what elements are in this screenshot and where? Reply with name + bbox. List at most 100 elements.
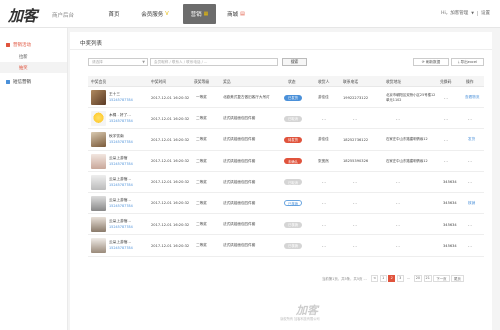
redeem-code: 345634 [443,243,457,248]
refresh-button[interactable]: ⟳ 刷新数据 [413,58,449,66]
win-time: 2017-12-01 16:20:32 [151,243,190,248]
member-name[interactable]: 云朵上游宿... [109,177,131,182]
top-nav-bar: 加客 商户后台 首页 会员服务 V 营销 ▦ 商城 ▤ Hi，加客管理 ▼ 设置 [0,0,500,28]
table-row: 云朵上游宿... 15245787784 2017-12-01 16:20:32… [88,235,484,257]
chevron-down-icon: ▼ [471,11,474,15]
table-row: 云朵上游宿 15245787784 2017-12-01 16:20:32 二等… [88,151,484,172]
sidebar-item-label: 抽奖 [19,65,28,71]
prize-name: 北欧美式复古做旧客厅大吊灯 [223,95,270,99]
nav-item-member-service[interactable]: 会员服务 V [133,0,177,28]
sidebar-section-sms-marketing[interactable]: 短信营销 [0,75,67,88]
column-header: 中奖时间 [151,79,167,84]
export-excel-button[interactable]: ⤓ 导出excel [451,58,484,66]
search-button[interactable]: 搜索 [282,58,307,66]
page-button[interactable]: 1 [379,274,387,282]
nav-item-home[interactable]: 首页 [100,0,128,28]
main-content: 中奖列表 请选择 ▼ 会员昵称 / 联系人 / 联系电话 / ... 搜索 ⟳ … [70,32,492,330]
divider [477,10,478,16]
win-time: 2017-12-01 16:20:32 [151,180,190,185]
next-page-button[interactable]: 下一页 [433,274,450,282]
win-time: 2017-12-01 16:20:32 [151,201,190,206]
member-name[interactable]: 云朵上游宿... [109,240,131,245]
avatar [91,217,106,233]
table-row: 王十三 15245787784 2017-12-01 16:20:32 一等奖 … [88,87,484,109]
status-badge: 已取消 [284,115,302,122]
prize-level: 二等奖 [196,137,207,142]
search-type-select[interactable]: 请选择 ▼ [88,58,148,66]
account-name: Hi，加客管理 [441,11,469,16]
sidebar-section-label: 营销活动 [13,42,31,48]
sidebar-item-lead[interactable]: 拉新 [0,51,67,62]
member-phone: 15245787784 [109,98,133,102]
sidebar-item-lottery[interactable]: 抽奖 [0,62,67,73]
settings-link[interactable]: 设置 [481,10,490,16]
avatar [91,153,106,169]
receiver-name: - - [322,180,326,185]
prev-page-button[interactable]: < [371,274,379,282]
prize-name: 法式烘焙面包四件套 [223,137,256,142]
avatar [91,174,106,190]
prize-level: 二等奖 [196,200,207,205]
avatar [91,90,106,105]
prize-name: 法式烘焙面包四件套 [223,200,256,205]
avatar [91,238,106,254]
page-button[interactable]: 21 [423,274,432,282]
table-row: 木棉 . 好了... 15245787784 2017-12-01 16:20:… [88,108,484,130]
member-phone: 15245787784 [109,225,133,230]
member-phone: 15245787784 [109,246,133,251]
delivery-address: - - [396,180,400,185]
member-name[interactable]: 木棉 . 好了... [109,113,131,118]
sms-icon [6,79,10,84]
page-button[interactable]: 3 [396,274,404,282]
receiver-name: 游佳佳 [318,95,329,99]
search-input[interactable]: 会员昵称 / 联系人 / 联系电话 / ... [150,58,278,66]
sidebar-section-marketing-activities[interactable]: 营销活动 [0,38,67,51]
page-button[interactable]: 20 [413,274,423,282]
export-label: 导出excel [460,59,478,64]
redeem-code: 345634 [443,222,457,227]
member-phone: 15245787784 [109,182,133,187]
redeem-code: - - [444,159,448,164]
prize-level: 二等奖 [196,179,207,184]
prize-level: 一等奖 [196,95,207,99]
download-icon: ⤓ [457,60,460,64]
receiver-name: 游佳佳 [318,137,329,142]
receiver-name: - - [322,243,326,248]
chevron-down-icon: ▼ [142,60,145,64]
nav-label: 商城 [227,12,239,18]
row-action: - - [468,159,472,164]
win-time: 2017-12-01 16:20:32 [151,116,190,121]
receiver-name: - - [322,201,326,206]
nav-item-marketing[interactable]: 营销 ▦ [183,4,216,24]
user-menu[interactable]: Hi，加客管理 ▼ 设置 [441,10,490,16]
sidebar-section-label: 短信营销 [13,79,31,85]
ship-button[interactable]: 发货 [468,129,475,150]
column-header: 操作 [466,79,474,84]
last-page-button[interactable]: 尾页 [451,274,464,282]
prize-name: 法式烘焙面包四件套 [223,179,256,184]
marketing-icon [6,42,10,47]
member-phone: 15245787784 [109,119,133,124]
prize-name: 法式烘焙面包四件套 [223,243,256,248]
receiver-phone: 18252736122 [343,137,369,142]
verify-button[interactable]: 核销 [468,193,475,214]
refresh-label: 刷新数据 [425,59,441,64]
member-name[interactable]: 云朵上游宿... [109,219,131,224]
divider [70,49,492,50]
nav-item-mall[interactable]: 商城 ▤ [221,0,251,28]
current-page-button[interactable]: 2 [388,274,396,282]
status-badge: 已发货 [284,94,302,101]
member-name[interactable]: 秋字饮南 [109,134,124,139]
brand-logo[interactable]: 加客 [8,5,38,26]
prize-name: 法式烘焙面包四件套 [223,116,256,121]
member-phone: 15245787784 [109,161,133,166]
column-header: 奖品 [223,79,231,84]
member-name[interactable]: 王十三 [109,92,120,97]
view-logistics-link[interactable]: 查看物流 [465,87,479,108]
receiver-phone: - - [353,180,357,185]
member-name[interactable]: 云朵上游宿... [109,198,131,203]
nav-label: 首页 [108,12,120,18]
win-time: 2017-12-01 16:20:32 [151,95,190,100]
status-badge: 已核销 [284,200,302,207]
member-name[interactable]: 云朵上游宿 [109,156,127,161]
